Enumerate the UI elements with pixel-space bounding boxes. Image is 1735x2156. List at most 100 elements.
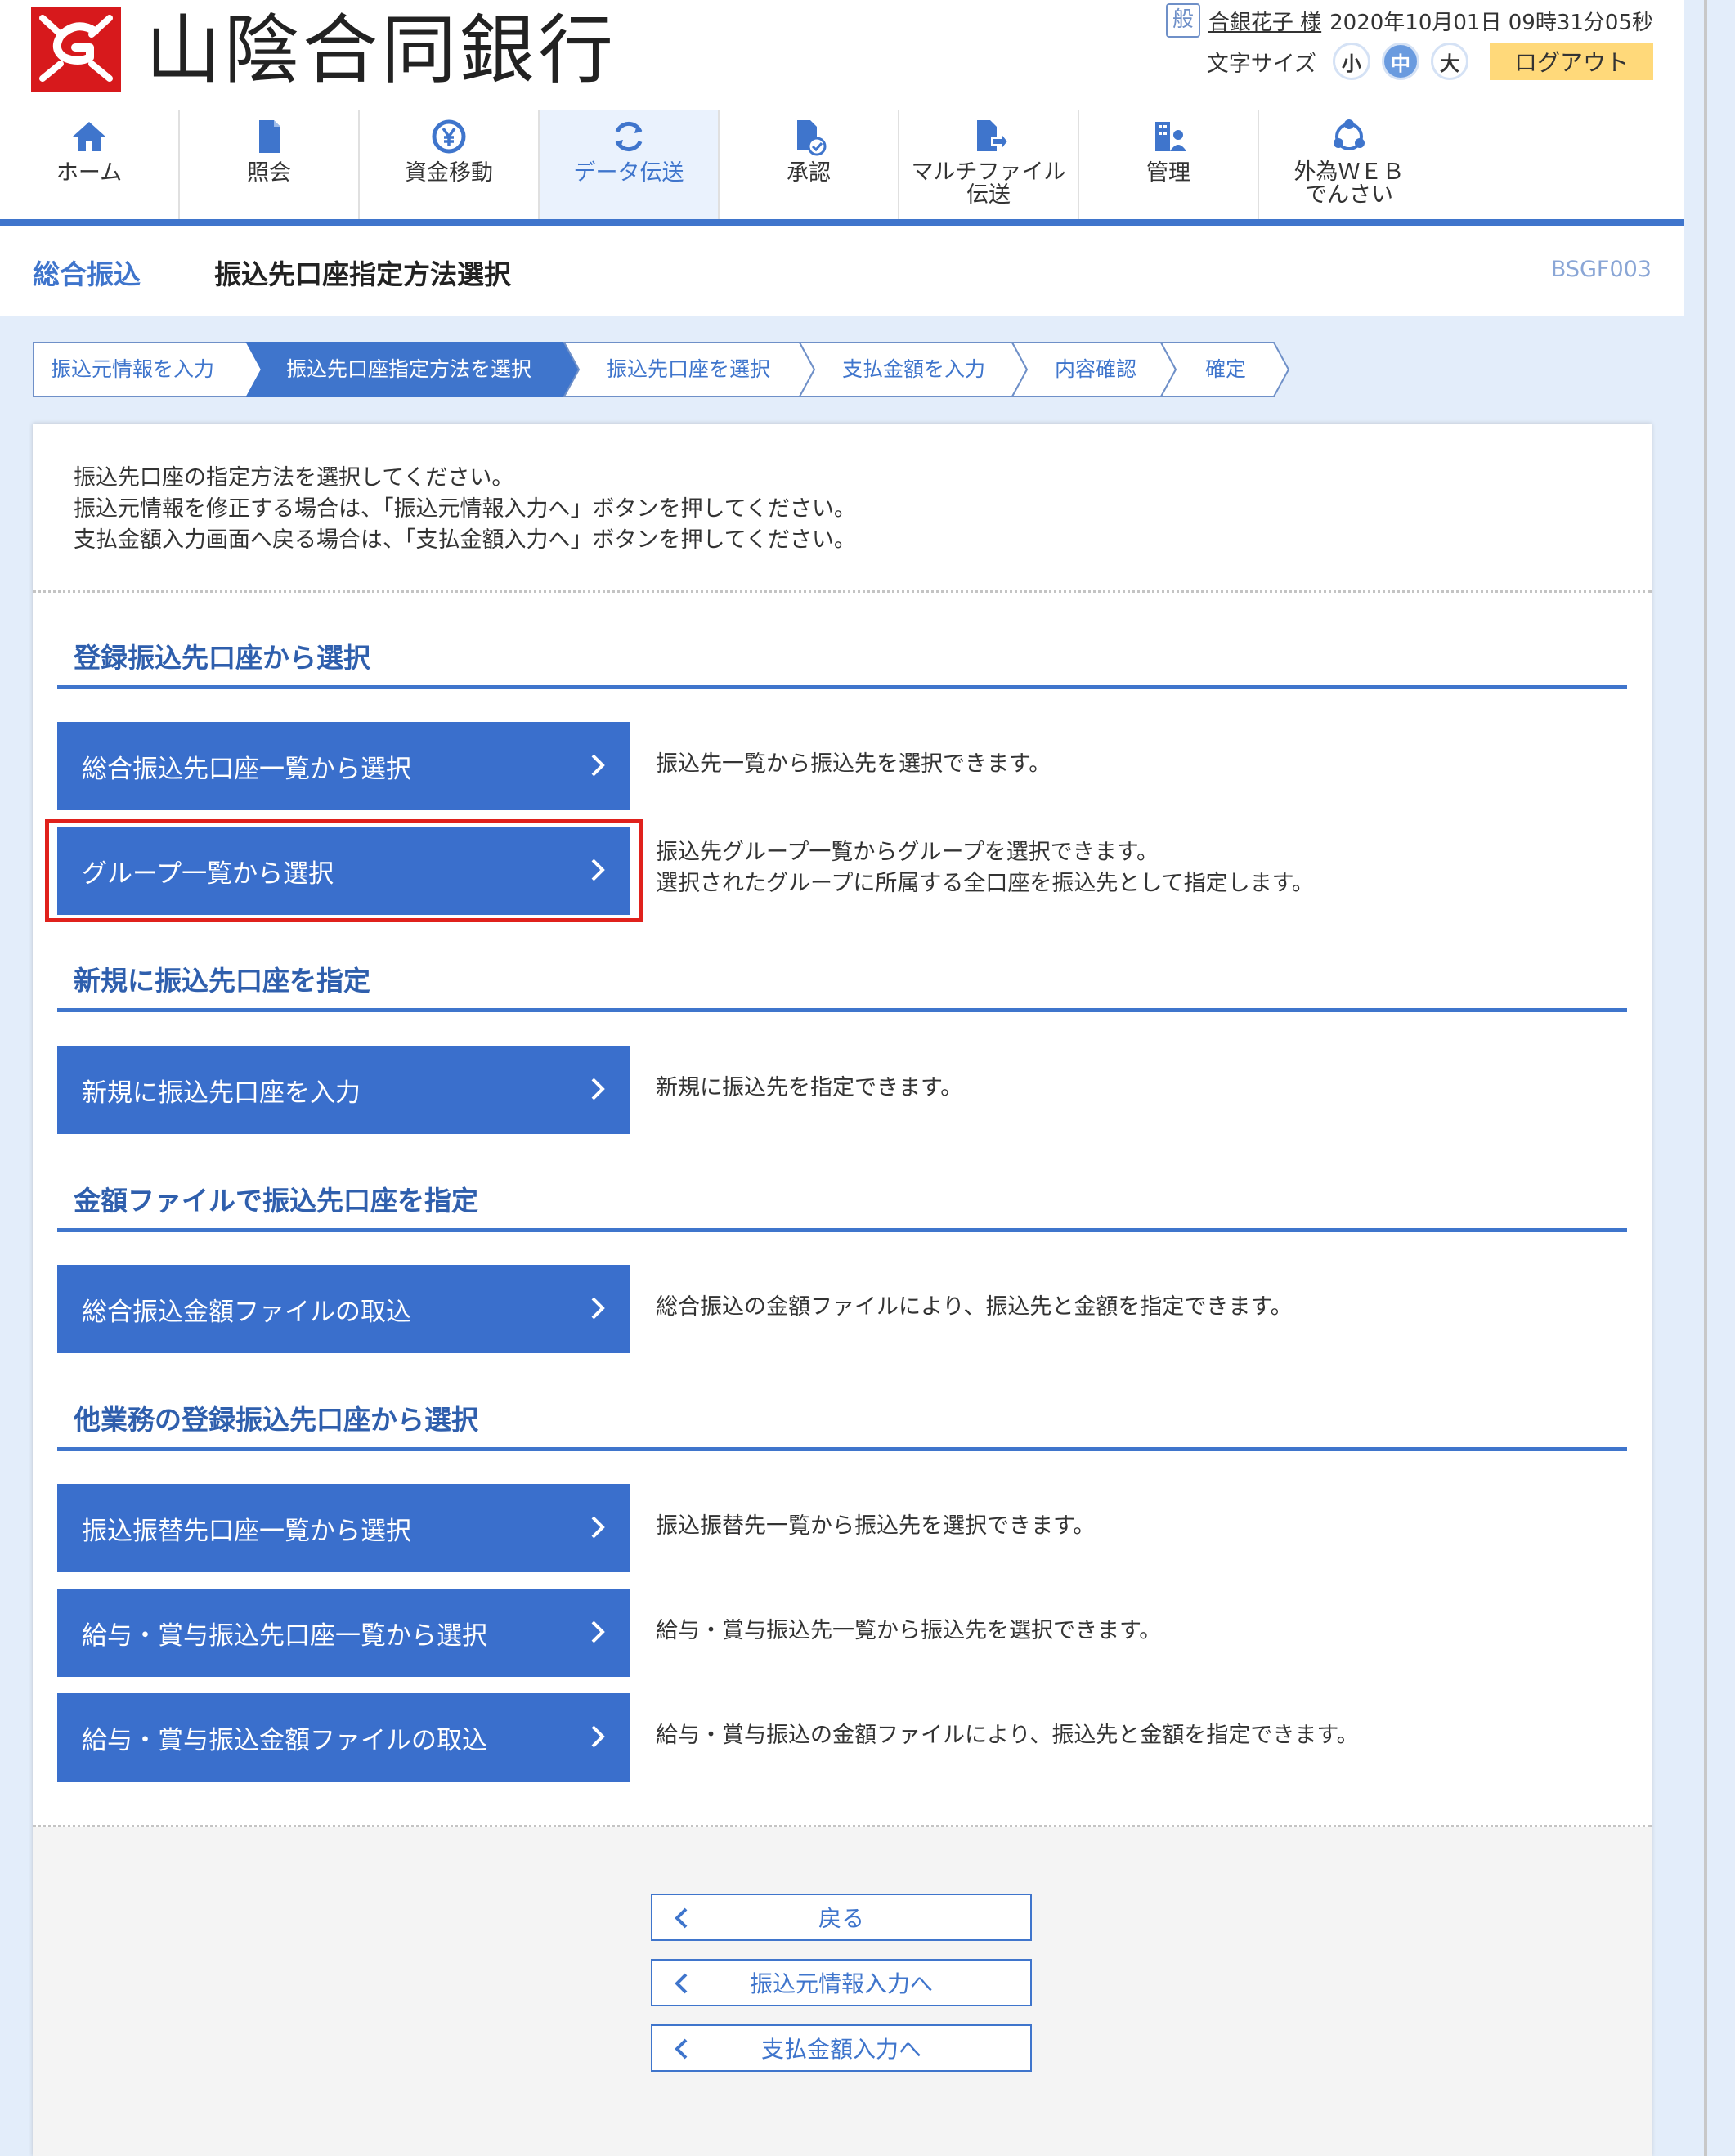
button-label: 給与・賞与振込金額ファイルの取込 bbox=[82, 1725, 487, 1755]
chevron-right-icon bbox=[591, 1620, 605, 1643]
nav-item-data-transmission[interactable]: データ伝送 bbox=[540, 110, 720, 219]
nav-item-home[interactable]: ホーム bbox=[0, 110, 180, 219]
section-heading-registered: 登録振込先口座から選択 bbox=[57, 628, 1627, 689]
font-size-label: 文字サイズ bbox=[1206, 51, 1316, 77]
description-line: 給与・賞与振込の金額ファイルにより、振込先と金額を指定できます。 bbox=[656, 1723, 1359, 1748]
page-category: 総合振込 bbox=[33, 258, 141, 290]
action-description: 新規に振込先を指定できます。 bbox=[656, 1073, 962, 1104]
step-5: 内容確認 bbox=[1055, 357, 1137, 381]
to-source-info-button[interactable]: 振込元情報入力へ bbox=[651, 1959, 1032, 2006]
button-label: 支払金額入力へ bbox=[760, 2036, 921, 2063]
description-line: 給与・賞与振込先一覧から振込先を選択できます。 bbox=[656, 1618, 1162, 1643]
nav-item-multi-file[interactable]: マルチファイル 伝送 bbox=[899, 110, 1079, 219]
nav-item-fund-transfer[interactable]: 資金移動 bbox=[360, 110, 540, 219]
nav-item-forex-web[interactable]: 外為ＷＥＢ でんさい bbox=[1259, 110, 1439, 219]
button-label: 総合振込金額ファイルの取込 bbox=[82, 1297, 411, 1327]
description-line: 振込先グループ一覧からグループを選択できます。 bbox=[656, 840, 1159, 865]
step-4: 支払金額を入力 bbox=[842, 357, 986, 381]
document-icon bbox=[259, 120, 280, 153]
button-label: 新規に振込先口座を入力 bbox=[82, 1078, 361, 1108]
import-salary-amount-file-button[interactable]: 給与・賞与振込金額ファイルの取込 bbox=[57, 1693, 630, 1782]
description-line: 振込先一覧から振込先を選択できます。 bbox=[656, 751, 1051, 777]
user-info: 般 合銀花子 様 2020年10月01日 09時31分05秒 bbox=[1165, 3, 1653, 38]
font-size-small-button[interactable]: 小 bbox=[1333, 43, 1370, 80]
section-title: 他業務の登録振込先口座から選択 bbox=[74, 1404, 478, 1436]
home-icon bbox=[73, 122, 105, 151]
screen-code: BSGF003 bbox=[1550, 257, 1652, 282]
section-title: 金額ファイルで振込先口座を指定 bbox=[74, 1185, 478, 1217]
section-title: 新規に振込先口座を指定 bbox=[74, 965, 370, 997]
footer-actions: 戻る 振込元情報入力へ 支払金額入力へ bbox=[33, 1827, 1652, 2156]
select-from-group-list-button[interactable]: グループ一覧から選択 bbox=[57, 827, 630, 915]
main-panel: 振込先口座の指定方法を選択してください。 振込元情報を修正する場合は、「振込元情… bbox=[33, 424, 1652, 2156]
file-upload-icon bbox=[977, 120, 1008, 152]
nav-label: マルチファイル 伝送 bbox=[911, 159, 1066, 208]
app-frame: 山陰合同銀行 般 合銀花子 様 2020年10月01日 09時31分05秒 文字… bbox=[0, 0, 1684, 2156]
nav-item-inquiry[interactable]: 照会 bbox=[180, 110, 360, 219]
section-heading-new: 新規に振込先口座を指定 bbox=[57, 951, 1627, 1012]
select-from-account-list-button[interactable]: 総合振込先口座一覧から選択 bbox=[57, 722, 630, 810]
nav-item-admin[interactable]: 管理 bbox=[1079, 110, 1259, 219]
button-label: 給与・賞与振込先口座一覧から選択 bbox=[82, 1620, 487, 1651]
chevron-left-icon bbox=[675, 1973, 688, 1994]
section-heading-other-business: 他業務の登録振込先口座から選択 bbox=[57, 1390, 1627, 1451]
description-line: 選択されたグループに所属する全口座を振込先として指定します。 bbox=[656, 871, 1314, 896]
instruction-line: 振込先口座の指定方法を選択してください。 bbox=[74, 465, 514, 491]
to-payment-amount-button[interactable]: 支払金額入力へ bbox=[651, 2024, 1032, 2072]
nav-label: 資金移動 bbox=[405, 160, 493, 186]
nav-label: 照会 bbox=[247, 160, 291, 186]
description-line: 振込振替先一覧から振込先を選択できます。 bbox=[656, 1513, 1096, 1539]
select-transfer-account-list-button[interactable]: 振込振替先口座一覧から選択 bbox=[57, 1484, 630, 1572]
button-label: 振込元情報入力へ bbox=[749, 1970, 933, 1997]
chevron-right-icon bbox=[591, 1725, 605, 1748]
nav-label: データ伝送 bbox=[573, 160, 684, 186]
login-datetime: 2020年10月01日 09時31分05秒 bbox=[1329, 10, 1653, 35]
chevron-left-icon bbox=[675, 2038, 688, 2060]
chevron-right-icon bbox=[591, 1297, 605, 1320]
admin-building-icon bbox=[1155, 122, 1186, 151]
chevron-right-icon bbox=[591, 1516, 605, 1539]
chevron-right-icon bbox=[591, 754, 605, 777]
bank-name: 山陰合同銀行 bbox=[146, 7, 617, 94]
enter-new-account-button[interactable]: 新規に振込先口座を入力 bbox=[57, 1046, 630, 1134]
page-title-bar: 総合振込 振込先口座指定方法選択 BSGF003 bbox=[0, 226, 1684, 316]
button-label: グループ一覧から選択 bbox=[82, 858, 334, 889]
nav-label: ホーム bbox=[56, 160, 123, 186]
chevron-right-icon bbox=[591, 1078, 605, 1100]
yen-transfer-icon bbox=[432, 119, 466, 154]
description-line: 総合振込の金額ファイルにより、振込先と金額を指定できます。 bbox=[656, 1294, 1293, 1320]
import-amount-file-button[interactable]: 総合振込金額ファイルの取込 bbox=[57, 1265, 630, 1353]
font-size-medium-button[interactable]: 中 bbox=[1382, 43, 1419, 80]
nav-item-approval[interactable]: 承認 bbox=[720, 110, 899, 219]
instructions: 振込先口座の指定方法を選択してください。 振込元情報を修正する場合は、「振込元情… bbox=[74, 463, 856, 556]
page-title: 振込先口座指定方法選択 bbox=[214, 258, 511, 290]
step-3: 振込先口座を選択 bbox=[607, 357, 771, 381]
nav-underline bbox=[0, 219, 1684, 226]
nav-label: 承認 bbox=[787, 160, 831, 186]
window-scrollbar[interactable] bbox=[1704, 0, 1707, 2156]
user-kind-badge: 般 bbox=[1165, 3, 1200, 38]
back-button[interactable]: 戻る bbox=[651, 1894, 1032, 1941]
nav-label: 外為ＷＥＢ でんさい bbox=[1293, 159, 1405, 208]
button-label: 戻る bbox=[818, 1905, 864, 1932]
global-nav: ホーム 照会 資金移動 データ伝送 承認 マルチファイル 伝送 管理 外為ＷＥＢ… bbox=[0, 110, 1684, 219]
chevron-left-icon bbox=[675, 1907, 688, 1929]
font-size-large-button[interactable]: 大 bbox=[1431, 43, 1468, 80]
section-title: 登録振込先口座から選択 bbox=[74, 642, 370, 674]
step-2-current: 振込先口座指定方法を選択 bbox=[286, 357, 532, 381]
action-description: 総合振込の金額ファイルにより、振込先と金額を指定できます。 bbox=[656, 1292, 1293, 1323]
action-description: 給与・賞与振込の金額ファイルにより、振込先と金額を指定できます。 bbox=[656, 1720, 1359, 1751]
action-description: 給与・賞与振込先一覧から振込先を選択できます。 bbox=[656, 1616, 1161, 1647]
divider bbox=[33, 590, 1652, 593]
button-label: 振込振替先口座一覧から選択 bbox=[82, 1516, 411, 1546]
chevron-right-icon bbox=[591, 858, 605, 881]
logout-button[interactable]: ログアウト bbox=[1490, 43, 1653, 80]
nav-label: 管理 bbox=[1146, 160, 1190, 186]
section-heading-amount-file: 金額ファイルで振込先口座を指定 bbox=[57, 1171, 1627, 1232]
user-name-link[interactable]: 合銀花子 様 bbox=[1208, 6, 1321, 36]
description-line: 新規に振込先を指定できます。 bbox=[656, 1075, 963, 1100]
select-salary-account-list-button[interactable]: 給与・賞与振込先口座一覧から選択 bbox=[57, 1589, 630, 1677]
sync-icon bbox=[615, 121, 643, 152]
bank-logo-icon bbox=[31, 7, 121, 92]
instruction-line: 支払金額入力画面へ戻る場合は、「支払金額入力へ」ボタンを押してください。 bbox=[74, 527, 856, 553]
